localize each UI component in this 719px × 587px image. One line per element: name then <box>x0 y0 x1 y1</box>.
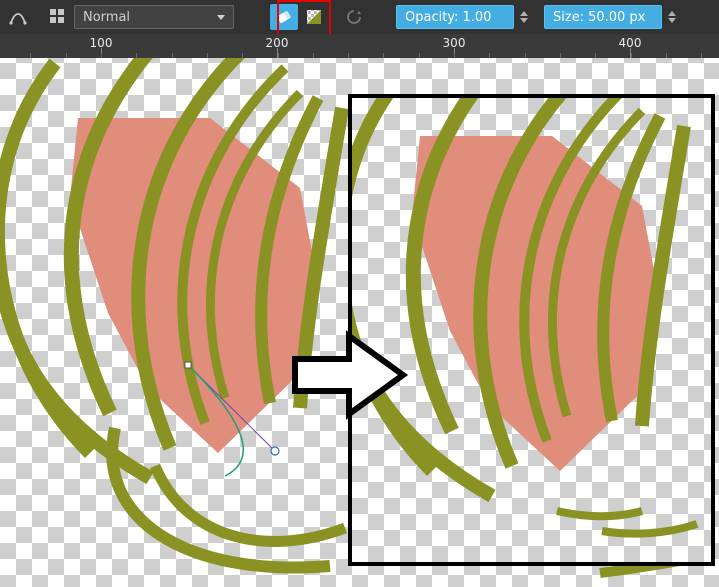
chevron-down-icon <box>520 18 528 23</box>
canvas-viewport[interactable] <box>0 58 719 587</box>
size-spin-buttons[interactable] <box>666 5 678 29</box>
opacity-value: 1.00 <box>462 10 491 25</box>
options-toolbar: Normal Opacity: 1.00 <box>0 0 719 34</box>
chevron-up-icon <box>520 11 528 16</box>
size-field[interactable]: Size: 50.00 px <box>544 5 662 29</box>
chevron-up-icon <box>668 11 676 16</box>
size-label: Size: <box>553 10 584 25</box>
separator <box>37 4 39 30</box>
blend-mode-label: Normal <box>83 10 130 25</box>
opacity-spin-buttons[interactable] <box>518 5 530 29</box>
reload-presets-icon[interactable] <box>340 4 368 30</box>
separator <box>373 4 375 30</box>
edit-brush-settings-icon[interactable] <box>44 4 72 30</box>
separator <box>239 4 241 30</box>
size-value: 50.00 px <box>588 10 645 25</box>
chevron-down-icon <box>668 18 676 23</box>
before-after-arrow-icon <box>289 328 409 422</box>
separator <box>333 4 335 30</box>
opacity-label: Opacity: <box>405 10 458 25</box>
alpha-lock-button[interactable] <box>300 4 328 30</box>
chevron-down-icon <box>217 15 225 20</box>
blend-mode-dropdown[interactable]: Normal <box>74 5 234 29</box>
opacity-field[interactable]: Opacity: 1.00 <box>396 5 514 29</box>
curve-tool-icon[interactable] <box>4 4 32 30</box>
horizontal-ruler: 100200300400 <box>0 34 719 58</box>
eraser-mode-button[interactable] <box>270 4 298 30</box>
